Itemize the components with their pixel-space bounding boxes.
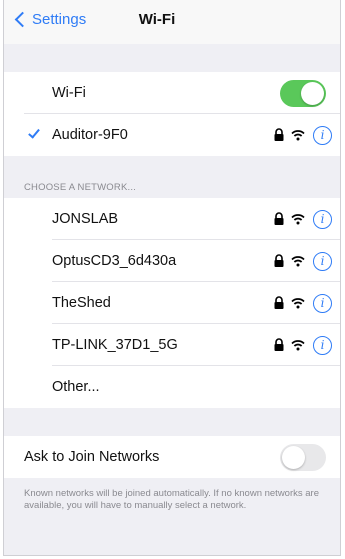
info-icon[interactable]: i xyxy=(313,209,332,229)
wifi-signal-icon xyxy=(291,340,305,351)
lock-icon xyxy=(274,296,284,309)
wifi-toggle[interactable] xyxy=(280,80,326,107)
network-list: JONSLAB i OptusCD3_6d430a i TheShed i TP… xyxy=(4,198,340,408)
choose-network-header: CHOOSE A NETWORK... xyxy=(24,182,137,193)
navigation-bar: Settings Wi-Fi xyxy=(4,0,340,44)
wifi-signal-icon xyxy=(291,298,305,309)
connected-network-row[interactable]: Auditor-9F0 i xyxy=(4,114,340,156)
wifi-settings-screen: Settings Wi-Fi Wi-Fi Auditor-9F0 i CHOOS… xyxy=(3,0,341,556)
network-icons: i xyxy=(273,114,332,156)
network-row-theshed[interactable]: TheShed i xyxy=(4,282,340,324)
toggle-knob xyxy=(301,82,324,105)
network-name: TP-LINK_37D1_5G xyxy=(52,337,178,353)
info-icon[interactable]: i xyxy=(313,293,332,313)
ask-join-footer: Known networks will be joined automatica… xyxy=(24,488,319,511)
lock-icon xyxy=(274,128,284,141)
lock-icon xyxy=(274,212,284,225)
wifi-signal-icon xyxy=(291,130,305,141)
network-row-optus[interactable]: OptusCD3_6d430a i xyxy=(4,240,340,282)
info-icon[interactable]: i xyxy=(313,125,332,145)
lock-icon xyxy=(274,338,284,351)
network-icons: i xyxy=(273,324,332,366)
network-name: TheShed xyxy=(52,295,111,311)
other-network-label: Other... xyxy=(52,379,100,395)
wifi-signal-icon xyxy=(291,214,305,225)
wifi-signal-icon xyxy=(291,256,305,267)
network-name: JONSLAB xyxy=(52,211,119,227)
other-network-row[interactable]: Other... xyxy=(4,366,340,408)
ask-join-group: Ask to Join Networks xyxy=(4,436,340,478)
checkmark-icon xyxy=(28,126,40,139)
toggle-knob xyxy=(282,446,305,469)
network-row-jonslab[interactable]: JONSLAB i xyxy=(4,198,340,240)
network-icons: i xyxy=(273,198,332,240)
wifi-group: Wi-Fi Auditor-9F0 i xyxy=(4,72,340,156)
ask-join-row: Ask to Join Networks xyxy=(4,436,340,478)
network-row-tplink[interactable]: TP-LINK_37D1_5G i xyxy=(4,324,340,366)
wifi-toggle-row: Wi-Fi xyxy=(4,72,340,114)
connected-network-name: Auditor-9F0 xyxy=(52,127,128,143)
info-icon[interactable]: i xyxy=(313,335,332,355)
info-icon[interactable]: i xyxy=(313,251,332,271)
lock-icon xyxy=(274,254,284,267)
page-title: Wi-Fi xyxy=(138,11,176,28)
network-icons: i xyxy=(273,240,332,282)
ask-join-label: Ask to Join Networks xyxy=(24,449,160,465)
network-name: OptusCD3_6d430a xyxy=(52,253,177,269)
wifi-label: Wi-Fi xyxy=(52,85,86,101)
ask-join-toggle[interactable] xyxy=(280,444,326,471)
network-icons: i xyxy=(273,282,332,324)
